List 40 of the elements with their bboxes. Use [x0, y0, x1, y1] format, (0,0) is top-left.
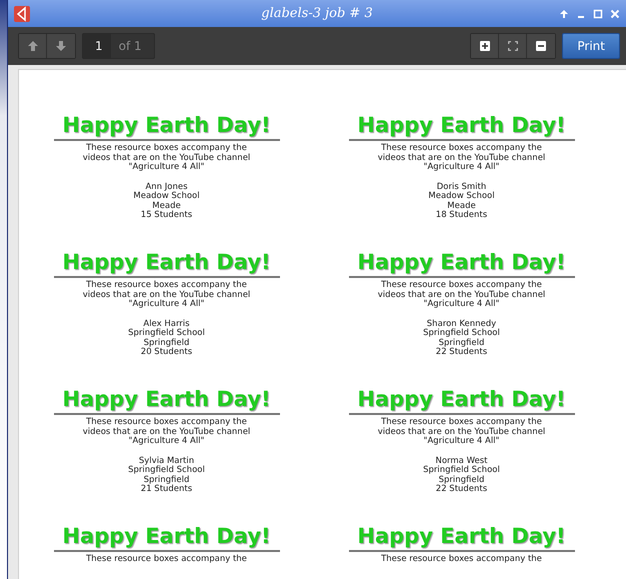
minus-icon: [536, 41, 546, 51]
label-address: Doris Smith Meadow School Meade 18 Students: [428, 182, 495, 220]
down-arrow-icon: [56, 41, 66, 51]
label-heading: Happy Earth Day!: [357, 523, 566, 549]
label-heading: Happy Earth Day!: [62, 249, 271, 275]
label-address: Alex Harris Springfield School Springfield 20 Students: [128, 320, 205, 358]
close-icon[interactable]: [610, 8, 620, 18]
plus-icon: [480, 41, 490, 51]
label-heading: Happy Earth Day!: [357, 112, 566, 138]
label-heading: Happy Earth Day!: [357, 249, 566, 275]
label-address: Sharon Kennedy Springfield School Springfield 22 Students: [423, 320, 500, 358]
window-title: glabels-3 job # 3: [260, 6, 374, 21]
previous-page-button[interactable]: [19, 34, 47, 58]
fit-page-button[interactable]: [499, 34, 528, 58]
label-heading: Happy Earth Day!: [62, 523, 271, 549]
label-heading: Happy Earth Day!: [62, 112, 271, 138]
app-icon: [14, 6, 30, 22]
label-heading: Happy Earth Day!: [62, 386, 271, 412]
label-description: These resource boxes accompany the: [86, 555, 247, 564]
maximize-icon[interactable]: [593, 8, 603, 18]
label-description: These resource boxes accompany the videos that are on the YouTube channel "Agriculture 4 All": [82, 144, 250, 172]
zoom-in-button[interactable]: [471, 34, 500, 58]
label-description: These resource boxes accompany the: [381, 555, 542, 564]
label-description: These resource boxes accompany the videos that are on the YouTube channel "Agriculture 4 All": [378, 418, 546, 446]
label-description: These resource boxes accompany the videos that are on the YouTube channel "Agriculture 4 All": [378, 281, 546, 310]
fullscreen-icon: [508, 41, 518, 51]
label-description: These resource boxes accompany the videos that are on the YouTube channel "Agriculture 4 All": [82, 418, 250, 446]
label-address: Ann Jones Meadow School Meade 15 Students: [133, 182, 200, 220]
next-page-button[interactable]: [47, 34, 75, 58]
zoom-out-button[interactable]: [527, 34, 556, 58]
label-description: These resource boxes accompany the videos that are on the YouTube channel "Agriculture 4 All": [378, 144, 546, 172]
label-address: Norma West Springfield School Springfield 22 Students: [423, 456, 500, 494]
pin-icon[interactable]: [559, 8, 569, 18]
label-heading: Happy Earth Day!: [357, 386, 566, 412]
label-address: Sylvia Martin Springfield School Springfield 21 Students: [128, 456, 205, 494]
label-description: These resource boxes accompany the videos that are on the YouTube channel "Agriculture 4 All": [82, 281, 250, 310]
print-button[interactable]: Print: [562, 33, 620, 59]
page-total: of 1: [118, 39, 143, 53]
up-arrow-icon: [28, 41, 38, 51]
page-field[interactable]: 1 of 1: [82, 33, 155, 59]
